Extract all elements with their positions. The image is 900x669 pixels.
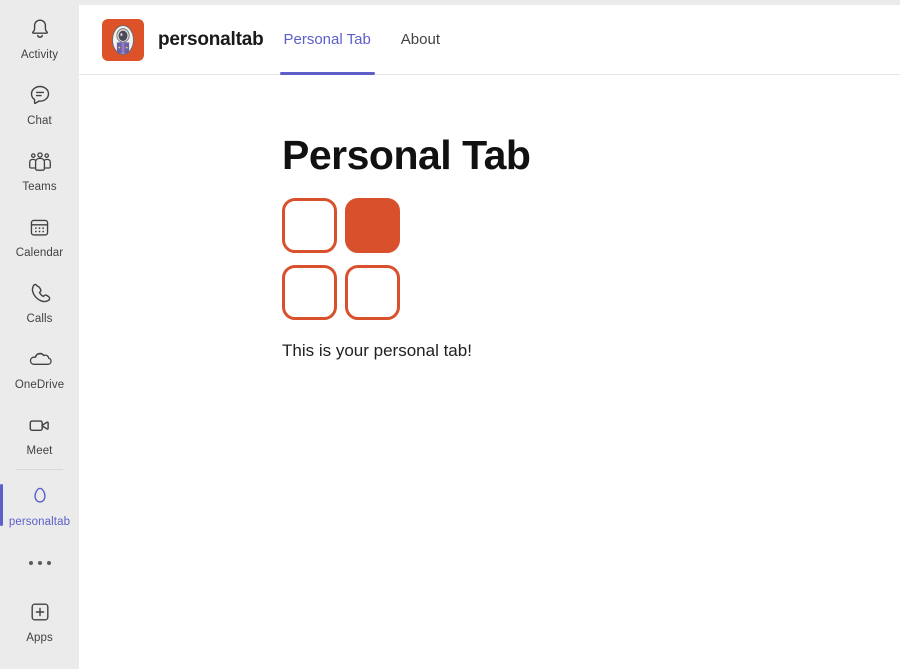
rail-item-label: Calls [26, 313, 53, 325]
video-camera-icon [25, 410, 55, 440]
rail-item-chat[interactable]: Chat [0, 71, 79, 137]
bell-icon [25, 14, 55, 44]
onedrive-icon [25, 344, 55, 374]
content-body-text: This is your personal tab! [282, 341, 472, 360]
tab-label: About [400, 31, 440, 48]
calendar-icon [25, 212, 55, 242]
chat-icon [25, 80, 55, 110]
astronaut-app-icon [102, 18, 144, 61]
rail-item-apps[interactable]: Apps [0, 588, 79, 654]
app-title: personaltab [158, 28, 264, 50]
four-squares-logo [282, 198, 400, 320]
rail-item-calendar[interactable]: Calendar [0, 203, 79, 269]
logo-square-bottom-left [282, 265, 337, 320]
teams-icon [25, 146, 55, 176]
logo-square-bottom-right [345, 265, 400, 320]
egg-icon [25, 481, 55, 511]
rail-item-label: Apps [26, 632, 53, 644]
tab-content-area: Personal Tab This is your personal tab! [79, 76, 900, 669]
rail-item-label: Chat [27, 115, 52, 127]
rail-item-activity[interactable]: Activity [0, 5, 79, 71]
header-tabs: Personal Tab About [279, 5, 467, 75]
plus-square-icon [25, 597, 55, 627]
tab-personal-tab[interactable]: Personal Tab [279, 5, 376, 75]
rail-item-label: Teams [22, 181, 57, 193]
rail-item-label: personaltab [8, 516, 71, 528]
more-options-icon[interactable] [0, 538, 79, 588]
rail-item-label: Meet [26, 445, 53, 457]
tab-about[interactable]: About [397, 5, 444, 75]
rail-item-label: Calendar [15, 247, 64, 259]
rail-item-personaltab[interactable]: personaltab [0, 472, 79, 538]
rail-item-onedrive[interactable]: OneDrive [0, 335, 79, 401]
phone-icon [25, 278, 55, 308]
logo-square-top-left [282, 198, 337, 253]
rail-item-label: Activity [20, 49, 59, 61]
rail-item-label: OneDrive [14, 379, 65, 391]
rail-divider [16, 469, 63, 470]
astronaut-glyph [112, 24, 134, 55]
rail-item-teams[interactable]: Teams [0, 137, 79, 203]
page-title: Personal Tab [282, 132, 531, 178]
rail-item-calls[interactable]: Calls [0, 269, 79, 335]
teams-client-window: Activity Chat Teams Calendar Calls OneDr… [0, 0, 900, 669]
left-app-rail: Activity Chat Teams Calendar Calls OneDr… [0, 0, 79, 669]
app-header: personaltab Personal Tab About [79, 5, 900, 75]
rail-item-meet[interactable]: Meet [0, 401, 79, 467]
tab-label: Personal Tab [283, 31, 371, 48]
logo-square-top-right [345, 198, 400, 253]
